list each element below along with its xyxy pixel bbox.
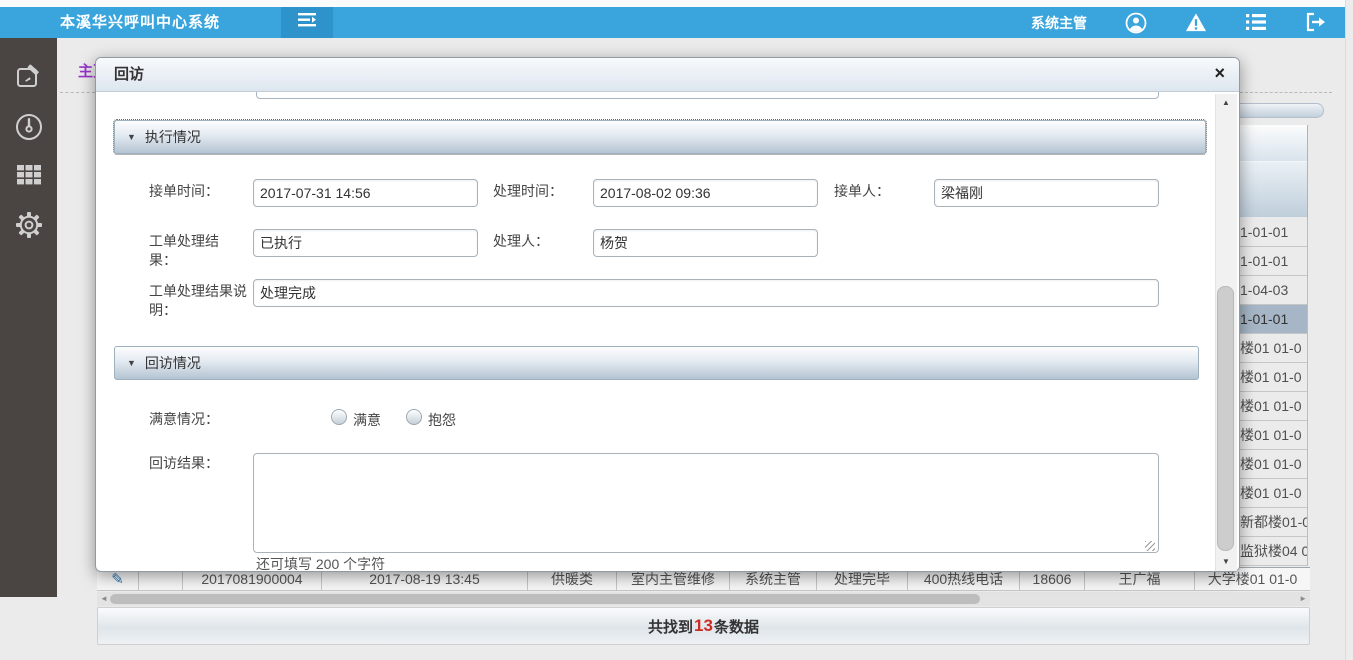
sidebar-item-workorder[interactable] (0, 56, 57, 102)
sidebar-item-table[interactable] (0, 154, 57, 200)
table-header-fragment (1240, 125, 1308, 218)
scroll-down-icon[interactable]: ▼ (1217, 557, 1235, 566)
gear-icon (14, 210, 44, 245)
receiver-label: 接单人： (834, 182, 890, 201)
summary-suffix: 条数据 (714, 616, 759, 637)
sidebar-toggle-button[interactable] (281, 7, 333, 38)
followup-result-field[interactable] (253, 453, 1159, 553)
dialog-header[interactable]: 回访 × (96, 58, 1239, 92)
table-row[interactable]: 1-01-01 (1240, 305, 1307, 334)
result-count: 13 (693, 616, 714, 636)
radio-complaint[interactable] (406, 409, 422, 425)
work-result-field[interactable] (253, 229, 478, 257)
panel-divider-left (60, 92, 95, 93)
table-row[interactable]: 楼01 01-0 (1240, 392, 1307, 421)
table-row[interactable]: 楼01 01-0 (1240, 479, 1307, 508)
app-header-bar: 本溪华兴呼叫中心系统 系统主管 (0, 7, 1345, 38)
table-row[interactable]: 1-04-03 (1240, 276, 1307, 305)
summary-prefix: 共找到 (648, 616, 693, 637)
scroll-right-icon[interactable]: ► (1299, 593, 1307, 605)
dialog-scrollbar-thumb[interactable] (1217, 286, 1234, 551)
grid-table-icon (15, 162, 43, 193)
table-row[interactable]: 新都楼01-0 (1240, 508, 1307, 537)
table-row[interactable]: 楼01 01-0 (1240, 363, 1307, 392)
search-panel-header-fragment (1240, 103, 1324, 118)
edit-row-icon[interactable]: ✎ (111, 571, 124, 588)
processor-field[interactable] (593, 229, 818, 257)
app-title: 本溪华兴呼叫中心系统 (60, 7, 220, 38)
receive-time-field[interactable] (253, 179, 478, 207)
result-summary-bar: 共找到 13 条数据 (97, 607, 1310, 645)
clipped-input-fragment (256, 92, 1159, 99)
table-row[interactable]: 楼01 01-0 (1240, 334, 1307, 363)
close-icon[interactable]: × (1214, 63, 1225, 83)
radio-satisfied[interactable] (331, 409, 347, 425)
sidebar-item-settings[interactable] (0, 204, 57, 250)
section-execution-header[interactable]: ▼ 执行情况 (114, 120, 1206, 154)
user-profile-icon[interactable] (1125, 12, 1147, 34)
sidebar-item-dashboard[interactable] (0, 106, 57, 152)
dialog-title: 回访 (114, 58, 144, 92)
menu-toggle-icon (296, 11, 318, 34)
satisfaction-label: 满意情况： (149, 410, 219, 429)
section-title: 执行情况 (145, 127, 201, 147)
current-user-role[interactable]: 系统主管 (1031, 13, 1087, 33)
receiver-field[interactable] (934, 179, 1159, 207)
receive-time-label: 接单时间： (149, 182, 219, 201)
logout-icon[interactable] (1305, 12, 1327, 34)
app-window: 本溪华兴呼叫中心系统 系统主管 (0, 0, 1353, 660)
result-note-field[interactable] (253, 279, 1159, 307)
process-time-label: 处理时间： (493, 182, 563, 201)
table-row[interactable]: 楼01 01-0 (1240, 450, 1307, 479)
task-list-icon[interactable] (1245, 12, 1267, 34)
scroll-up-icon[interactable]: ▲ (1217, 98, 1235, 107)
table-row[interactable]: 楼01 01-0 (1240, 421, 1307, 450)
table-row[interactable]: 1-01-01 (1240, 218, 1307, 247)
radio-satisfied-label[interactable]: 满意 (353, 410, 381, 430)
horizontal-scrollbar[interactable]: ◄ ► (97, 592, 1310, 606)
edit-icon (15, 63, 43, 96)
process-time-field[interactable] (593, 179, 818, 207)
radio-complaint-label[interactable]: 抱怨 (428, 410, 456, 430)
collapse-icon: ▼ (127, 358, 136, 368)
section-title: 回访情况 (145, 353, 201, 373)
section-followup-header[interactable]: ▼ 回访情况 (114, 346, 1199, 380)
window-right-edge (1345, 0, 1353, 660)
followup-result-label: 回访结果： (149, 454, 219, 473)
table-row[interactable]: 监狱楼04 0 (1240, 537, 1307, 566)
table-rows-fragment: 1-01-01 1-01-01 1-04-03 1-01-01 楼01 01-0… (1240, 218, 1308, 566)
left-sidebar (0, 38, 57, 597)
collapse-icon: ▼ (127, 132, 136, 142)
alert-warning-icon[interactable] (1185, 12, 1207, 34)
gauge-icon (14, 112, 44, 147)
work-result-label: 工单处理结果： (149, 232, 239, 270)
result-note-label: 工单处理结果说明： (149, 282, 249, 320)
window-top-strip (0, 0, 1353, 7)
horizontal-scrollbar-thumb[interactable] (110, 594, 980, 604)
char-counter: 还可填写 200 个字符 (256, 554, 385, 574)
scroll-left-icon[interactable]: ◄ (100, 593, 108, 605)
followup-dialog: 回访 × ▼ 执行情况 接单时间： 处理时间： 接单人： 工单处理结果： 处理人… (95, 57, 1240, 572)
processor-label: 处理人： (493, 232, 549, 251)
table-row[interactable]: 1-01-01 (1240, 247, 1307, 276)
panel-divider-right (1240, 92, 1332, 93)
